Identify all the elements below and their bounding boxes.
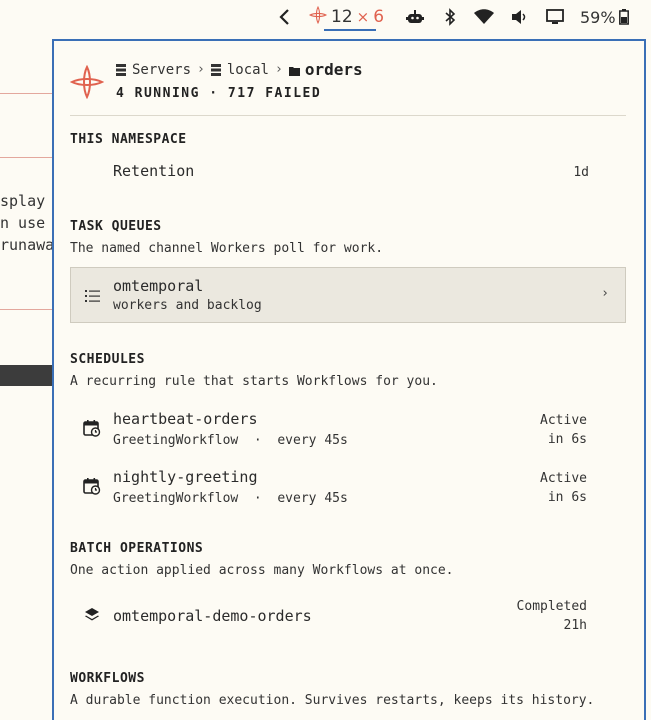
failed-separator: × xyxy=(356,8,370,26)
schedule-status: Active xyxy=(540,471,587,486)
section-title-workflows: WORKFLOWS xyxy=(70,671,145,686)
back-chevron-icon[interactable] xyxy=(278,6,294,28)
volume-icon[interactable] xyxy=(511,6,527,28)
calendar-clock-icon xyxy=(83,477,101,495)
schedule-row[interactable]: heartbeat-orders GreetingWorkflow · ever… xyxy=(70,403,626,449)
section-title-task-queues: TASK QUEUES xyxy=(70,219,162,234)
section-description-task-queues: The named channel Workers poll for work. xyxy=(70,241,384,256)
section-description-schedules: A recurring rule that starts Workflows f… xyxy=(70,374,438,389)
workflow-status-summary: 4 RUNNING · 717 FAILED xyxy=(116,86,322,101)
breadcrumb-separator: › xyxy=(275,62,283,77)
background-window: splay n use runawa xyxy=(0,42,52,720)
task-queue-name: omtemporal xyxy=(113,277,204,295)
background-text: n use xyxy=(0,214,46,232)
background-divider xyxy=(0,309,52,310)
active-indicator-underline xyxy=(324,29,376,31)
schedule-row[interactable]: nightly-greeting GreetingWorkflow · ever… xyxy=(70,461,626,507)
battery-icon[interactable] xyxy=(619,6,629,28)
running-count: 12 xyxy=(331,7,353,27)
section-title-batch-operations: BATCH OPERATIONS xyxy=(70,541,204,556)
task-queue-card[interactable]: omtemporal workers and backlog › xyxy=(70,267,626,323)
section-description-workflows: A durable function execution. Survives r… xyxy=(70,693,595,708)
battery-percentage: 59% xyxy=(580,7,616,27)
list-icon xyxy=(85,288,101,302)
server-icon xyxy=(210,63,221,76)
background-dark-bar xyxy=(0,365,52,386)
background-divider xyxy=(0,93,52,94)
section-title-namespace: THIS NAMESPACE xyxy=(70,132,187,147)
breadcrumb-separator: › xyxy=(197,62,205,77)
batch-operation-row[interactable]: omtemporal-demo-orders Completed 21h xyxy=(70,595,626,635)
robot-icon[interactable] xyxy=(406,6,424,28)
section-title-schedules: SCHEDULES xyxy=(70,352,145,367)
layers-icon xyxy=(84,607,102,625)
header-divider xyxy=(70,115,626,116)
bluetooth-icon[interactable] xyxy=(444,6,456,28)
temporal-logo-icon xyxy=(308,5,328,29)
section-description-batch-operations: One action applied across many Workflows… xyxy=(70,563,454,578)
schedule-next-run: in 6s xyxy=(547,490,587,505)
retention-value: 1d xyxy=(573,165,589,180)
schedule-next-run: in 6s xyxy=(547,432,587,447)
schedule-status: Active xyxy=(540,413,587,428)
batch-operation-name: omtemporal-demo-orders xyxy=(113,607,312,625)
batch-operation-age: 21h xyxy=(563,618,587,633)
failed-count: 6 xyxy=(373,7,385,27)
temporal-popup-panel: Servers › local › orders 4 RUNNING · 717… xyxy=(52,39,646,720)
temporal-logo-icon xyxy=(69,64,105,100)
batch-operation-status: Completed xyxy=(516,599,587,614)
background-text: splay xyxy=(0,192,46,210)
schedule-name: heartbeat-orders xyxy=(113,410,258,428)
schedule-name: nightly-greeting xyxy=(113,468,258,486)
chevron-right-icon: › xyxy=(601,286,609,301)
temporal-tray-indicator[interactable]: 12 × 6 xyxy=(308,5,384,29)
background-text: runawa xyxy=(0,236,52,254)
schedule-subtitle: GreetingWorkflow · every 45s xyxy=(113,491,348,506)
breadcrumb-current-namespace: orders xyxy=(304,60,363,79)
retention-label: Retention xyxy=(113,162,195,180)
server-icon xyxy=(116,63,126,76)
breadcrumb-servers[interactable]: Servers xyxy=(132,62,191,78)
breadcrumb-local[interactable]: local xyxy=(227,62,269,78)
task-queue-subtitle: workers and backlog xyxy=(113,298,262,313)
background-divider xyxy=(0,157,52,158)
system-top-bar: 12 × 6 59% xyxy=(0,0,651,34)
calendar-clock-icon xyxy=(83,419,101,437)
folder-icon xyxy=(288,64,300,76)
breadcrumb: Servers › local › orders xyxy=(116,60,363,79)
wifi-icon[interactable] xyxy=(474,6,494,28)
monitor-icon[interactable] xyxy=(546,6,564,28)
schedule-subtitle: GreetingWorkflow · every 45s xyxy=(113,433,348,448)
